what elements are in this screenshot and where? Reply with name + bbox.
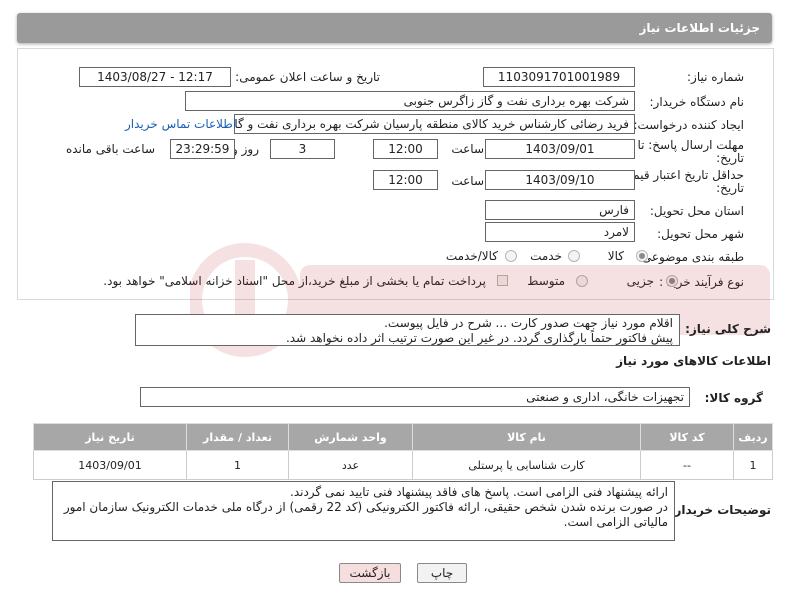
remaining-time-field: 23:29:59 xyxy=(170,139,235,159)
cell-unit: عدد xyxy=(288,450,413,480)
category-option-service: خدمت xyxy=(530,249,562,263)
cell-item-code: -- xyxy=(640,450,734,480)
cell-need-date: 1403/09/01 xyxy=(33,450,187,480)
reply-days-field: 3 xyxy=(270,139,335,159)
announce-datetime-label: تاریخ و ساعت اعلان عمومی: xyxy=(235,70,380,84)
goods-group-field: تجهیزات خانگی، اداری و صنعتی xyxy=(140,387,690,407)
col-header-unit: واحد شمارش xyxy=(288,423,413,451)
back-button[interactable]: بازگشت xyxy=(339,563,401,583)
treasury-payment-checkbox[interactable] xyxy=(497,275,508,286)
buyer-org-label: نام دستگاه خریدار: xyxy=(649,95,745,109)
buyer-org-field: شرکت بهره برداری نفت و گاز زاگرس جنوبی xyxy=(185,91,635,111)
requester-field: فرید رضائی کارشناس خرید کالای منطقه پارس… xyxy=(234,114,635,134)
description-line-2: پیش فاکتور حتماً بارگذاری گردد. در غیر ا… xyxy=(285,331,673,345)
category-option-goods-service: کالا/خدمت xyxy=(445,249,498,263)
buyer-contact-link[interactable]: اطلاعات تماس خریدار xyxy=(125,117,236,131)
reply-deadline-time-field: 12:00 xyxy=(373,139,438,159)
col-header-need-date: تاریخ نیاز xyxy=(33,423,187,451)
province-label: استان محل تحویل: xyxy=(649,204,744,218)
description-line-1: اقلام مورد نیاز جهت صدور کارت ... شرح در… xyxy=(384,316,673,330)
buyer-notes-textarea: ارائه پیشنهاد فنی الزامی است. پاسخ های ف… xyxy=(52,481,675,541)
category-radio-goods-service[interactable] xyxy=(505,250,517,262)
remaining-time-label: ساعت باقی مانده xyxy=(65,142,155,156)
price-validity-time-label: ساعت xyxy=(451,174,484,188)
cell-quantity: 1 xyxy=(186,450,289,480)
page: جزئیات اطلاعات نیاز شماره نیاز: 11030917… xyxy=(0,0,789,598)
reply-deadline-time-label: ساعت xyxy=(451,142,484,156)
description-label: شرح کلی نیاز: xyxy=(685,322,771,336)
announce-datetime-field: 1403/08/27 - 12:17 xyxy=(79,67,231,87)
table-header-row: ردیف کد کالا نام کالا واحد شمارش تعداد /… xyxy=(33,423,773,451)
col-header-row-number: ردیف xyxy=(733,423,773,451)
cell-row-number: 1 xyxy=(733,450,773,480)
reply-deadline-date-field: 1403/09/01 xyxy=(485,139,635,159)
price-validity-label-2: تاریخ: xyxy=(716,181,744,195)
goods-group-label: گروه کالا: xyxy=(704,391,763,405)
print-button[interactable]: چاپ xyxy=(417,563,467,583)
description-textarea: اقلام مورد نیاز جهت صدور کارت ... شرح در… xyxy=(135,314,680,346)
col-header-quantity: تعداد / مقدار xyxy=(186,423,289,451)
cell-item-name: کارت شناسایی یا پرستلی xyxy=(412,450,641,480)
price-validity-time-field: 12:00 xyxy=(373,170,438,190)
requester-label: ایجاد کننده درخواست: xyxy=(633,118,744,132)
col-header-item-name: نام کالا xyxy=(412,423,641,451)
category-label: طبقه بندی موضوعی: xyxy=(637,250,744,264)
process-radio-medium[interactable] xyxy=(576,275,588,287)
city-label: شهر محل تحویل: xyxy=(657,227,744,241)
need-number-label: شماره نیاز: xyxy=(687,70,744,84)
price-validity-date-field: 1403/09/10 xyxy=(485,170,635,190)
process-option-medium: متوسط xyxy=(527,274,565,288)
goods-section-title: اطلاعات کالاهای مورد نیاز xyxy=(616,354,771,368)
days-label: روز و xyxy=(232,142,259,156)
category-radio-goods[interactable] xyxy=(636,250,648,262)
buyer-notes-line-3: مالیاتی الزامی است. xyxy=(563,515,668,529)
page-title: جزئیات اطلاعات نیاز xyxy=(639,21,760,35)
buyer-notes-line-2: در صورت برنده شدن شخص حقیقی، ارائه فاکتو… xyxy=(63,500,668,514)
need-number-field: 1103091701001989 xyxy=(483,67,635,87)
category-radio-service[interactable] xyxy=(568,250,580,262)
treasury-payment-note: پرداخت تمام یا بخشی از مبلغ خرید،از محل … xyxy=(103,274,486,288)
process-option-minor: جزیی xyxy=(626,274,654,288)
table-row: 1 -- کارت شناسایی یا پرستلی عدد 1 1403/0… xyxy=(33,450,773,480)
reply-deadline-label: مهلت ارسال پاسخ: تا xyxy=(637,138,744,152)
col-header-item-code: کد کالا xyxy=(640,423,734,451)
process-radio-minor[interactable] xyxy=(666,275,678,287)
goods-table: ردیف کد کالا نام کالا واحد شمارش تعداد /… xyxy=(33,423,773,480)
category-option-goods: کالا xyxy=(607,249,624,263)
buyer-notes-label: توضیحات خریدار: xyxy=(669,503,771,517)
city-field: لامرد xyxy=(485,222,635,242)
province-field: فارس xyxy=(485,200,635,220)
reply-deadline-label-2: تاریخ: xyxy=(716,151,744,165)
buyer-notes-line-1: ارائه پیشنهاد فنی الزامی است. پاسخ های ف… xyxy=(290,485,668,499)
header-bar: جزئیات اطلاعات نیاز xyxy=(17,13,772,43)
